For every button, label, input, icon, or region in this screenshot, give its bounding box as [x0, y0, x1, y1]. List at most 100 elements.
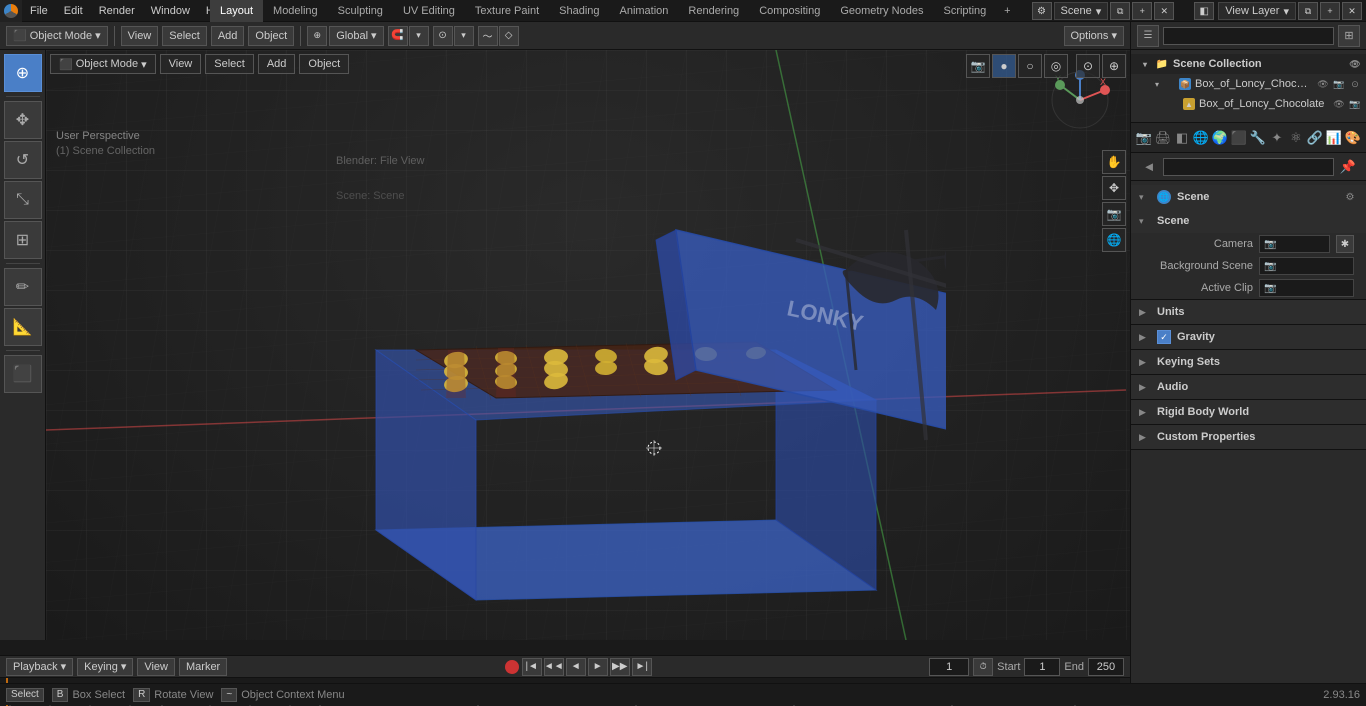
scene-header-settings-icon[interactable]: ⚙ — [1342, 189, 1358, 205]
prop-tab-view-layer[interactable]: ◧ — [1173, 126, 1191, 150]
prop-tab-data[interactable]: 📊 — [1325, 126, 1343, 150]
viewport-select-btn[interactable]: Select — [205, 54, 254, 74]
box-1-visibility-icon[interactable]: 👁 — [1316, 77, 1330, 91]
prop-back-icon[interactable]: ◄ — [1137, 155, 1161, 179]
tab-modeling[interactable]: Modeling — [263, 0, 328, 22]
viewport-mode-btn[interactable]: ⬛ Object Mode ▾ — [50, 54, 156, 74]
scene-subsection-expand-icon[interactable]: ▾ — [1139, 216, 1151, 227]
viewport-shading-render[interactable]: ◎ — [1044, 54, 1068, 78]
prop-gravity-header[interactable]: ▶ ✓ Gravity — [1131, 325, 1366, 349]
box-2-visibility-icon[interactable]: 👁 — [1332, 97, 1346, 111]
box-2-camera-icon[interactable]: 📷 — [1348, 97, 1362, 111]
delete-scene-icon[interactable]: ✕ — [1154, 2, 1174, 20]
view-layer-selector[interactable]: View Layer ▾ — [1218, 2, 1296, 20]
prop-pin-icon[interactable]: 📌 — [1336, 155, 1360, 179]
tab-layout[interactable]: Layout — [210, 0, 263, 22]
viewport-world-icon[interactable]: 🌐 — [1102, 228, 1126, 252]
viewport-canvas[interactable]: LONKY ⬛ Object Mode ▾ View Select Add Ob… — [46, 50, 1130, 640]
proportional-icon[interactable]: ⊙ — [433, 26, 453, 46]
tab-geometry-nodes[interactable]: Geometry Nodes — [830, 0, 933, 22]
tab-shading[interactable]: Shading — [549, 0, 609, 22]
play-btn[interactable]: ► — [588, 658, 608, 676]
prop-tab-output[interactable]: 🖨 — [1154, 126, 1172, 150]
viewport[interactable]: LONKY ⬛ Object Mode ▾ View Select Add Ob… — [46, 50, 1130, 640]
viewport-gizmo-btn[interactable]: ⊕ — [1102, 54, 1126, 78]
add-btn[interactable]: Add — [211, 26, 245, 46]
measure-tool[interactable]: 📐 — [4, 308, 42, 346]
snap-settings-icon[interactable]: ▾ — [409, 26, 429, 46]
prop-tab-material[interactable]: 🎨 — [1344, 126, 1362, 150]
keying-expand-icon[interactable]: ▶ — [1139, 357, 1151, 368]
viewport-shading-solid[interactable]: ● — [992, 54, 1016, 78]
add-cube-tool[interactable]: ⬛ — [4, 355, 42, 393]
outliner-filter-btn[interactable]: ⊞ — [1338, 25, 1360, 47]
new-view-layer-icon[interactable]: + — [1320, 2, 1340, 20]
jump-start-btn[interactable]: |◄ — [522, 658, 542, 676]
rigid-body-expand-icon[interactable]: ▶ — [1139, 407, 1151, 418]
camera-eyedropper-icon[interactable]: ✱ — [1336, 235, 1354, 253]
tab-texture-paint[interactable]: Texture Paint — [465, 0, 549, 22]
orientation-gizmo-svg[interactable]: X Y Z — [1050, 70, 1110, 130]
menu-edit[interactable]: Edit — [56, 0, 91, 22]
frame-time-icon[interactable]: ⏱ — [973, 658, 993, 676]
gravity-expand-icon[interactable]: ▶ — [1139, 332, 1151, 343]
cursor-tool[interactable]: ⊕ — [4, 54, 42, 92]
menu-file[interactable]: File — [22, 0, 56, 22]
end-frame-input[interactable] — [1088, 658, 1124, 676]
viewport-view-btn[interactable]: View — [160, 54, 202, 74]
graph-icon2[interactable]: ◇ — [499, 26, 519, 46]
outliner-box-chocolates-1[interactable]: ▾ 📦 Box_of_Loncy_Chocolates_Or 👁 📷 ⊙ — [1131, 74, 1366, 94]
menu-render[interactable]: Render — [91, 0, 143, 22]
new-scene-icon[interactable]: + — [1132, 2, 1152, 20]
box-1-render-icon[interactable]: ⊙ — [1348, 77, 1362, 91]
prop-rigid-body-header[interactable]: ▶ Rigid Body World — [1131, 400, 1366, 424]
view-layer-settings-icon[interactable]: ◧ — [1194, 2, 1214, 20]
prop-audio-header[interactable]: ▶ Audio — [1131, 375, 1366, 399]
prop-tab-constraints[interactable]: 🔗 — [1306, 126, 1324, 150]
jump-end-btn[interactable]: ►| — [632, 658, 652, 676]
timeline-view-btn[interactable]: View — [137, 658, 175, 676]
tab-uv-editing[interactable]: UV Editing — [393, 0, 465, 22]
tab-rendering[interactable]: Rendering — [678, 0, 749, 22]
prop-tab-object[interactable]: ⬛ — [1230, 126, 1248, 150]
delete-view-layer-icon[interactable]: ✕ — [1342, 2, 1362, 20]
scale-tool[interactable]: ⤡ — [4, 181, 42, 219]
tab-sculpting[interactable]: Sculpting — [328, 0, 393, 22]
graph-icon[interactable]: 〜 — [478, 26, 498, 46]
prop-custom-props-header[interactable]: ▶ Custom Properties — [1131, 425, 1366, 449]
units-expand-icon[interactable]: ▶ — [1139, 307, 1151, 318]
play-back-btn[interactable]: ◄ — [566, 658, 586, 676]
mode-selector[interactable]: ⬛ Object Mode ▾ — [6, 26, 108, 46]
copy-view-layer-icon[interactable]: ⧉ — [1298, 2, 1318, 20]
rotate-tool[interactable]: ↺ — [4, 141, 42, 179]
viewport-overlay-btn[interactable]: ⊙ — [1076, 54, 1100, 78]
transform-icon-1[interactable]: ⊕ — [307, 26, 327, 46]
menu-window[interactable]: Window — [143, 0, 198, 22]
prop-scene-subsection-header[interactable]: ▾ Scene — [1131, 209, 1366, 233]
camera-value-field[interactable]: 📷 — [1259, 235, 1330, 253]
prop-units-header[interactable]: ▶ Units — [1131, 300, 1366, 324]
prop-tab-particles[interactable]: ✦ — [1268, 126, 1286, 150]
viewport-object-btn[interactable]: Object — [299, 54, 349, 74]
timeline-keying-btn[interactable]: Keying ▾ — [77, 658, 133, 676]
viewport-add-btn[interactable]: Add — [258, 54, 296, 74]
viewport-move-icon[interactable]: ✥ — [1102, 176, 1126, 200]
gravity-checkbox[interactable]: ✓ — [1157, 330, 1171, 344]
prop-scene-header[interactable]: ▾ 🌐 Scene ⚙ — [1131, 185, 1366, 209]
tab-scripting[interactable]: Scripting — [933, 0, 996, 22]
tab-compositing[interactable]: Compositing — [749, 0, 830, 22]
prop-tab-physics[interactable]: ⚛ — [1287, 126, 1305, 150]
tab-animation[interactable]: Animation — [610, 0, 679, 22]
viewport-hand-icon[interactable]: ✋ — [1102, 150, 1126, 174]
viewport-camera2-icon[interactable]: 📷 — [1102, 202, 1126, 226]
box-chocolates-expand-icon[interactable]: ▾ — [1151, 78, 1163, 90]
move-tool[interactable]: ✥ — [4, 101, 42, 139]
transform-selector[interactable]: Global ▾ — [329, 26, 383, 46]
prop-tab-world[interactable]: 🌍 — [1211, 126, 1229, 150]
object-btn[interactable]: Object — [248, 26, 294, 46]
step-fwd-btn[interactable]: ▶▶ — [610, 658, 630, 676]
viewport-shading-material[interactable]: ○ — [1018, 54, 1042, 78]
custom-props-expand-icon[interactable]: ▶ — [1139, 432, 1151, 443]
prop-tab-scene[interactable]: 🌐 — [1192, 126, 1210, 150]
outliner-view-icon[interactable]: ☰ — [1137, 25, 1159, 47]
